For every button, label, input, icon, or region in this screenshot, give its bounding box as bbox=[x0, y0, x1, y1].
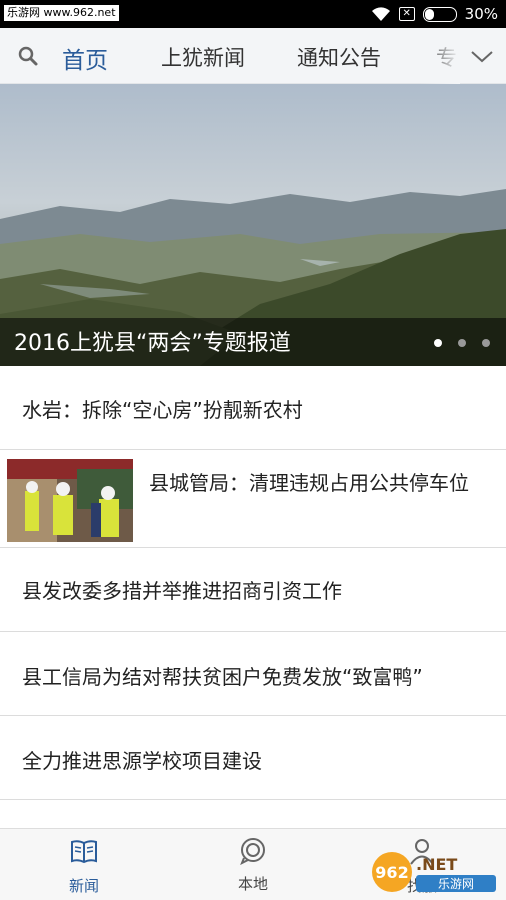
tab-label: 本地 bbox=[237, 875, 268, 893]
featured-banner[interactable]: 2016上犹县“两会”专题报道 bbox=[0, 84, 506, 366]
tab-notices[interactable]: 通知公告 bbox=[297, 42, 381, 72]
news-item[interactable]: 全力推进思源学校项目建设 bbox=[0, 716, 506, 800]
svg-text:962: 962 bbox=[375, 863, 408, 882]
watermark-label: 乐游网 www.962.net bbox=[4, 5, 119, 21]
battery-percent: 30% bbox=[464, 5, 498, 23]
book-icon bbox=[71, 840, 97, 864]
news-title: 全力推进思源学校项目建设 bbox=[22, 749, 262, 773]
tab-label: 新闻 bbox=[68, 877, 99, 895]
news-title: 县工信局为结对帮扶贫困户免费发放“致富鸭” bbox=[22, 665, 423, 689]
news-item[interactable]: 县城管局：清理违规占用公共停车位 bbox=[0, 450, 506, 548]
tab-fade bbox=[420, 28, 460, 84]
news-item[interactable]: 县工信局为结对帮扶贫困户免费发放“致富鸭” bbox=[0, 632, 506, 716]
chat-bubble-icon bbox=[240, 838, 265, 865]
svg-text:.NET: .NET bbox=[416, 855, 457, 874]
bottom-tab-bar: 新闻 本地 找服 962 .NET 乐游网 bbox=[0, 828, 506, 900]
news-item[interactable]: 县发改委多措并举推进招商引资工作 bbox=[0, 548, 506, 632]
tab-news[interactable]: 新闻 bbox=[34, 829, 134, 900]
site-watermark-logo: 962 .NET 乐游网 bbox=[372, 852, 496, 892]
banner-caption: 2016上犹县“两会”专题报道 bbox=[14, 331, 291, 356]
tab-local[interactable]: 本地 bbox=[203, 829, 303, 900]
chevron-down-icon[interactable] bbox=[468, 42, 496, 70]
pager-dot-3[interactable] bbox=[482, 339, 490, 347]
status-bar: 乐游网 www.962.net ✕ 30% bbox=[0, 0, 506, 28]
news-app-screen: 乐游网 www.962.net ✕ 30% 首页 上犹新闻 通知公告 专 bbox=[0, 0, 506, 900]
tab-home[interactable]: 首页 bbox=[62, 41, 108, 75]
pager-dot-1[interactable] bbox=[434, 339, 442, 347]
news-title: 县发改委多措并举推进招商引资工作 bbox=[22, 579, 342, 603]
no-sim-icon: ✕ bbox=[398, 7, 415, 21]
banner-pager bbox=[434, 339, 490, 347]
svg-text:乐游网: 乐游网 bbox=[438, 877, 474, 891]
status-icons: ✕ 30% bbox=[371, 0, 498, 28]
tab-shangyou-news[interactable]: 上犹新闻 bbox=[161, 42, 245, 72]
news-thumbnail bbox=[7, 459, 133, 542]
battery-icon bbox=[422, 6, 457, 22]
wifi-icon bbox=[371, 7, 390, 21]
pager-dot-2[interactable] bbox=[458, 339, 466, 347]
news-title: 县城管局：清理违规占用公共停车位 bbox=[149, 471, 469, 495]
news-item[interactable]: 水岩：拆除“空心房”扮靓新农村 bbox=[0, 366, 506, 450]
top-nav: 首页 上犹新闻 通知公告 专 bbox=[0, 28, 506, 84]
news-title: 水岩：拆除“空心房”扮靓新农村 bbox=[22, 398, 303, 422]
search-icon[interactable] bbox=[16, 44, 40, 68]
